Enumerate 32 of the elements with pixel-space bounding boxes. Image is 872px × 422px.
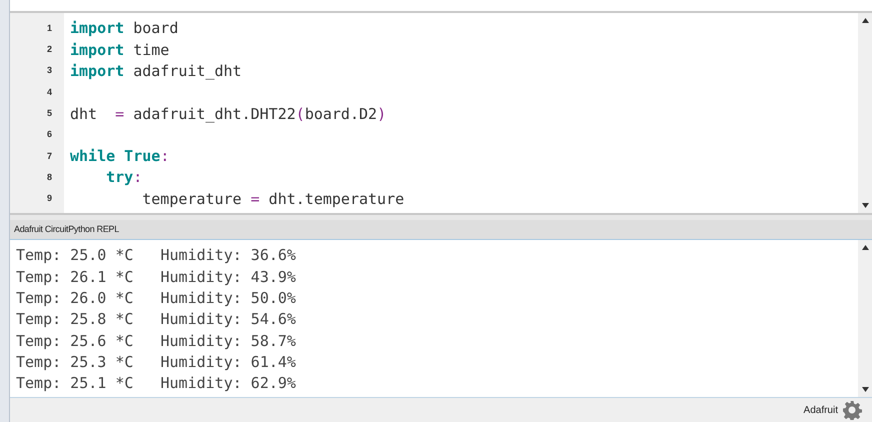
code-line: import time: [70, 40, 170, 61]
line-number: 7: [46, 150, 52, 163]
code-line: while True:: [70, 146, 170, 168]
output-line: Temp: 25.6 *C Humidity: 58.7%: [16, 330, 296, 352]
output-line: Temp: 25.0 *C Humidity: 36.6%: [16, 245, 296, 266]
scroll-down-icon[interactable]: [862, 387, 868, 392]
panel-title: Adafruit CircuitPython REPL: [14, 222, 119, 236]
scroll-down-icon[interactable]: [862, 203, 868, 208]
output-line: Temp: 25.1 *C Humidity: 62.9%: [16, 373, 296, 394]
mode-label: Adafruit: [804, 404, 838, 418]
line-number: 4: [46, 86, 52, 99]
line-number: 8: [46, 170, 52, 184]
output-line: Temp: 25.8 *C Humidity: 54.6%: [16, 309, 296, 330]
line-number: 6: [46, 128, 52, 142]
code-line: import board: [70, 18, 178, 40]
output-line: Temp: 26.1 *C Humidity: 43.9%: [16, 266, 296, 288]
line-number: 1: [46, 22, 52, 35]
line-number: 5: [46, 107, 52, 120]
scrollbar[interactable]: [858, 240, 872, 397]
scrollbar[interactable]: [858, 13, 872, 213]
line-number: 3: [46, 64, 52, 78]
code-line: import adafruit_dht: [70, 61, 242, 82]
scroll-up-icon[interactable]: [862, 18, 868, 23]
line-number: 9: [46, 192, 52, 206]
code-line: dht = adafruit_dht.DHT22(board.D2): [70, 104, 386, 125]
scroll-up-icon[interactable]: [862, 245, 868, 250]
code-line: temperature = dht.temperature: [141, 188, 404, 210]
output-line: Temp: 25.3 *C Humidity: 61.4%: [16, 352, 296, 373]
line-number: 2: [46, 43, 52, 56]
code-line: try:: [105, 167, 142, 188]
output-line: Temp: 26.0 *C Humidity: 50.0%: [16, 288, 296, 309]
settings-icon[interactable]: [842, 400, 862, 420]
